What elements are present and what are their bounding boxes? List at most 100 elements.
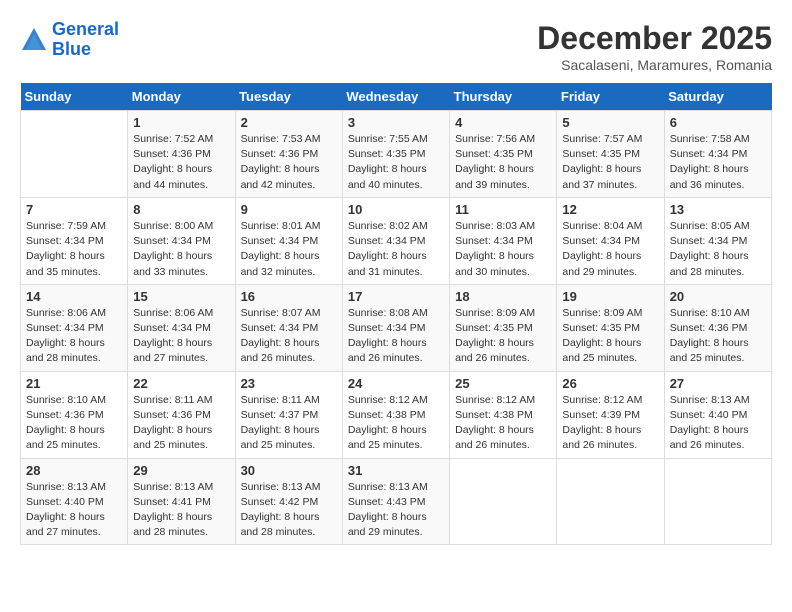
calendar-cell: 21 Sunrise: 8:10 AM Sunset: 4:36 PM Dayli… xyxy=(21,371,128,458)
day-number: 16 xyxy=(241,289,337,304)
day-number: 14 xyxy=(26,289,122,304)
day-info: Sunrise: 8:06 AM Sunset: 4:34 PM Dayligh… xyxy=(133,306,229,367)
day-number: 4 xyxy=(455,115,551,130)
day-info: Sunrise: 7:59 AM Sunset: 4:34 PM Dayligh… xyxy=(26,219,122,280)
calendar-cell: 22 Sunrise: 8:11 AM Sunset: 4:36 PM Dayli… xyxy=(128,371,235,458)
calendar-cell xyxy=(450,458,557,545)
day-number: 25 xyxy=(455,376,551,391)
day-info: Sunrise: 8:13 AM Sunset: 4:41 PM Dayligh… xyxy=(133,480,229,541)
month-title: December 2025 xyxy=(537,20,772,57)
day-info: Sunrise: 7:53 AM Sunset: 4:36 PM Dayligh… xyxy=(241,132,337,193)
day-number: 11 xyxy=(455,202,551,217)
day-number: 31 xyxy=(348,463,444,478)
day-info: Sunrise: 8:01 AM Sunset: 4:34 PM Dayligh… xyxy=(241,219,337,280)
calendar-cell: 23Sunrise: 8:11 AM Sunset: 4:37 PM Dayli… xyxy=(235,371,342,458)
calendar-cell: 3Sunrise: 7:55 AM Sunset: 4:35 PM Daylig… xyxy=(342,111,449,198)
page-header: General Blue December 2025 Sacalaseni, M… xyxy=(20,20,772,73)
day-number: 24 xyxy=(348,376,444,391)
day-info: Sunrise: 8:12 AM Sunset: 4:39 PM Dayligh… xyxy=(562,393,658,454)
day-info: Sunrise: 8:13 AM Sunset: 4:42 PM Dayligh… xyxy=(241,480,337,541)
day-info: Sunrise: 8:09 AM Sunset: 4:35 PM Dayligh… xyxy=(562,306,658,367)
day-number: 3 xyxy=(348,115,444,130)
day-number: 21 xyxy=(26,376,122,391)
day-info: Sunrise: 8:10 AM Sunset: 4:36 PM Dayligh… xyxy=(26,393,122,454)
calendar-cell: 25 Sunrise: 8:12 AM Sunset: 4:38 PM Dayli… xyxy=(450,371,557,458)
col-header-wednesday: Wednesday xyxy=(342,83,449,111)
calendar-cell: 2 Sunrise: 7:53 AM Sunset: 4:36 PM Daylig… xyxy=(235,111,342,198)
logo-line2: Blue xyxy=(52,39,91,59)
calendar-cell: 16 Sunrise: 8:07 AM Sunset: 4:34 PM Dayli… xyxy=(235,284,342,371)
day-number: 5 xyxy=(562,115,658,130)
day-info: Sunrise: 8:12 AM Sunset: 4:38 PM Dayligh… xyxy=(455,393,551,454)
calendar-cell: 18 Sunrise: 8:09 AM Sunset: 4:35 PM Dayli… xyxy=(450,284,557,371)
day-number: 12 xyxy=(562,202,658,217)
day-info: Sunrise: 8:10 AM Sunset: 4:36 PM Dayligh… xyxy=(670,306,766,367)
calendar-cell: 26 Sunrise: 8:12 AM Sunset: 4:39 PM Dayli… xyxy=(557,371,664,458)
calendar-table: SundayMondayTuesdayWednesdayThursdayFrid… xyxy=(20,83,772,545)
calendar-cell: 4 Sunrise: 7:56 AM Sunset: 4:35 PM Daylig… xyxy=(450,111,557,198)
day-number: 1 xyxy=(133,115,229,130)
logo-line1: General xyxy=(52,19,119,39)
day-number: 22 xyxy=(133,376,229,391)
calendar-cell: 20 Sunrise: 8:10 AM Sunset: 4:36 PM Dayli… xyxy=(664,284,771,371)
calendar-cell: 29Sunrise: 8:13 AM Sunset: 4:41 PM Dayli… xyxy=(128,458,235,545)
calendar-cell: 15Sunrise: 8:06 AM Sunset: 4:34 PM Dayli… xyxy=(128,284,235,371)
calendar-cell: 14 Sunrise: 8:06 AM Sunset: 4:34 PM Dayli… xyxy=(21,284,128,371)
day-info: Sunrise: 8:11 AM Sunset: 4:37 PM Dayligh… xyxy=(241,393,337,454)
day-number: 2 xyxy=(241,115,337,130)
day-info: Sunrise: 8:13 AM Sunset: 4:43 PM Dayligh… xyxy=(348,480,444,541)
day-number: 30 xyxy=(241,463,337,478)
day-number: 18 xyxy=(455,289,551,304)
day-info: Sunrise: 8:03 AM Sunset: 4:34 PM Dayligh… xyxy=(455,219,551,280)
calendar-cell: 27Sunrise: 8:13 AM Sunset: 4:40 PM Dayli… xyxy=(664,371,771,458)
day-number: 7 xyxy=(26,202,122,217)
day-number: 28 xyxy=(26,463,122,478)
day-info: Sunrise: 7:52 AM Sunset: 4:36 PM Dayligh… xyxy=(133,132,229,193)
calendar-header-row: SundayMondayTuesdayWednesdayThursdayFrid… xyxy=(21,83,772,111)
day-info: Sunrise: 8:13 AM Sunset: 4:40 PM Dayligh… xyxy=(670,393,766,454)
calendar-cell: 30 Sunrise: 8:13 AM Sunset: 4:42 PM Dayli… xyxy=(235,458,342,545)
calendar-cell: 10 Sunrise: 8:02 AM Sunset: 4:34 PM Dayli… xyxy=(342,197,449,284)
calendar-cell: 28 Sunrise: 8:13 AM Sunset: 4:40 PM Dayli… xyxy=(21,458,128,545)
day-info: Sunrise: 8:04 AM Sunset: 4:34 PM Dayligh… xyxy=(562,219,658,280)
day-info: Sunrise: 8:13 AM Sunset: 4:40 PM Dayligh… xyxy=(26,480,122,541)
calendar-cell: 5 Sunrise: 7:57 AM Sunset: 4:35 PM Daylig… xyxy=(557,111,664,198)
day-info: Sunrise: 8:05 AM Sunset: 4:34 PM Dayligh… xyxy=(670,219,766,280)
day-number: 20 xyxy=(670,289,766,304)
calendar-cell: 6 Sunrise: 7:58 AM Sunset: 4:34 PM Daylig… xyxy=(664,111,771,198)
day-number: 9 xyxy=(241,202,337,217)
calendar-cell: 1 Sunrise: 7:52 AM Sunset: 4:36 PM Daylig… xyxy=(128,111,235,198)
day-info: Sunrise: 8:09 AM Sunset: 4:35 PM Dayligh… xyxy=(455,306,551,367)
calendar-week-row: 21 Sunrise: 8:10 AM Sunset: 4:36 PM Dayli… xyxy=(21,371,772,458)
col-header-monday: Monday xyxy=(128,83,235,111)
day-info: Sunrise: 7:58 AM Sunset: 4:34 PM Dayligh… xyxy=(670,132,766,193)
calendar-cell: 13 Sunrise: 8:05 AM Sunset: 4:34 PM Dayli… xyxy=(664,197,771,284)
calendar-cell xyxy=(557,458,664,545)
day-info: Sunrise: 8:06 AM Sunset: 4:34 PM Dayligh… xyxy=(26,306,122,367)
day-info: Sunrise: 8:02 AM Sunset: 4:34 PM Dayligh… xyxy=(348,219,444,280)
day-info: Sunrise: 8:07 AM Sunset: 4:34 PM Dayligh… xyxy=(241,306,337,367)
day-number: 8 xyxy=(133,202,229,217)
day-info: Sunrise: 8:08 AM Sunset: 4:34 PM Dayligh… xyxy=(348,306,444,367)
calendar-cell: 8 Sunrise: 8:00 AM Sunset: 4:34 PM Daylig… xyxy=(128,197,235,284)
day-number: 13 xyxy=(670,202,766,217)
day-number: 17 xyxy=(348,289,444,304)
col-header-sunday: Sunday xyxy=(21,83,128,111)
col-header-thursday: Thursday xyxy=(450,83,557,111)
calendar-week-row: 14 Sunrise: 8:06 AM Sunset: 4:34 PM Dayli… xyxy=(21,284,772,371)
day-info: Sunrise: 7:57 AM Sunset: 4:35 PM Dayligh… xyxy=(562,132,658,193)
day-number: 10 xyxy=(348,202,444,217)
calendar-cell: 19Sunrise: 8:09 AM Sunset: 4:35 PM Dayli… xyxy=(557,284,664,371)
logo-icon xyxy=(20,26,48,54)
day-info: Sunrise: 8:11 AM Sunset: 4:36 PM Dayligh… xyxy=(133,393,229,454)
location-subtitle: Sacalaseni, Maramures, Romania xyxy=(537,57,772,73)
calendar-cell: 9 Sunrise: 8:01 AM Sunset: 4:34 PM Daylig… xyxy=(235,197,342,284)
day-number: 26 xyxy=(562,376,658,391)
day-info: Sunrise: 8:00 AM Sunset: 4:34 PM Dayligh… xyxy=(133,219,229,280)
day-number: 6 xyxy=(670,115,766,130)
calendar-cell xyxy=(664,458,771,545)
col-header-saturday: Saturday xyxy=(664,83,771,111)
calendar-cell: 7 Sunrise: 7:59 AM Sunset: 4:34 PM Daylig… xyxy=(21,197,128,284)
day-info: Sunrise: 7:56 AM Sunset: 4:35 PM Dayligh… xyxy=(455,132,551,193)
calendar-cell: 31 Sunrise: 8:13 AM Sunset: 4:43 PM Dayli… xyxy=(342,458,449,545)
